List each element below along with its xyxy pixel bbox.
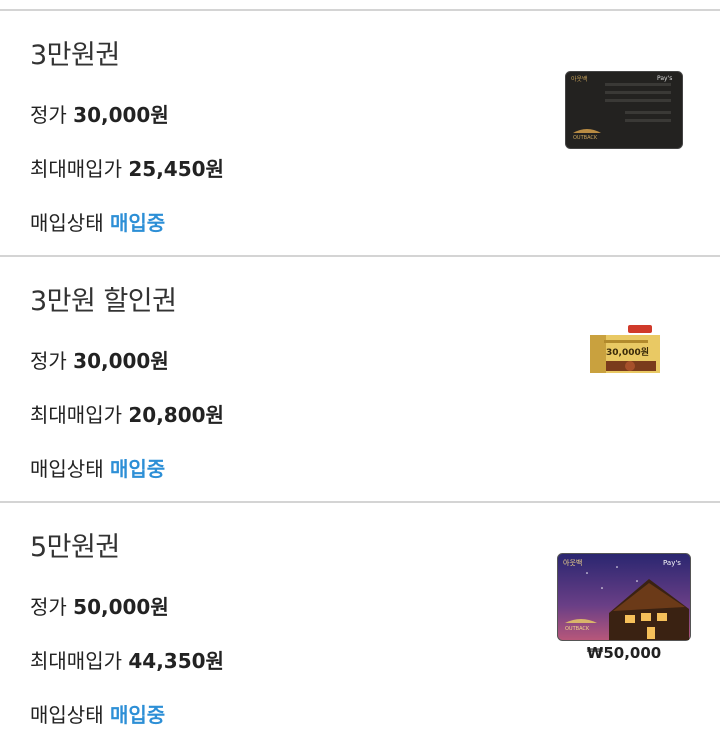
status-row: 매입상태 매입중	[30, 207, 165, 236]
giftcard-item[interactable]: 5만원권 정가 50,000원 최대매입가 44,350원 매입상태 매입중 아…	[0, 503, 720, 749]
svg-text:30,000원: 30,000원	[606, 346, 649, 358]
price-row: 정가 30,000원	[30, 99, 169, 128]
price-value: 50,000원	[73, 595, 169, 619]
max-price-label: 최대매입가	[30, 403, 122, 427]
price-label: 정가	[30, 349, 67, 373]
item-title: 3만원권	[30, 40, 120, 71]
status-value: 매입중	[109, 457, 166, 481]
svg-text:Pay's: Pay's	[663, 559, 681, 567]
max-price-value: 25,450원	[128, 157, 224, 181]
status-row: 매입상태 매입중	[30, 699, 165, 728]
svg-text:OUTBACK: OUTBACK	[565, 626, 590, 632]
svg-text:아웃백: 아웃백	[563, 558, 582, 567]
price-row: 정가 30,000원	[30, 345, 169, 374]
max-price-value: 44,350원	[128, 649, 224, 673]
item-title: 3만원 할인권	[30, 286, 177, 317]
outback-black-card-icon: 아웃백 Pay's OUTBACK	[565, 71, 683, 149]
outback-night-card-icon: 아웃백 Pay's OUTBACK	[557, 553, 691, 641]
max-price-label: 최대매입가	[30, 649, 122, 673]
item-title: 5만원권	[30, 532, 120, 563]
max-price-value: 20,800원	[128, 403, 224, 427]
max-price-row: 최대매입가 20,800원	[30, 399, 224, 428]
svg-text:OUTBACK: OUTBACK	[573, 135, 598, 141]
price-row: 정가 50,000원	[30, 591, 169, 620]
giftcard-item[interactable]: 3만원권 정가 30,000원 최대매입가 25,450원 매입상태 매입중 아…	[0, 11, 720, 257]
status-value: 매입중	[109, 211, 166, 235]
giftcard-list: 3만원권 정가 30,000원 최대매입가 25,450원 매입상태 매입중 아…	[0, 0, 720, 735]
max-price-row: 최대매입가 44,350원	[30, 645, 224, 674]
card-amount-caption: ₩50,000	[586, 644, 662, 662]
outback-gold-voucher-icon: 30,000원	[588, 321, 662, 377]
giftcard-item[interactable]: 3만원 할인권 정가 30,000원 최대매입가 20,800원 매입상태 매입…	[0, 257, 720, 503]
price-value: 30,000원	[73, 103, 169, 127]
max-price-label: 최대매입가	[30, 157, 122, 181]
max-price-row: 최대매입가 25,450원	[30, 153, 224, 182]
status-label: 매입상태	[30, 211, 104, 235]
status-label: 매입상태	[30, 457, 104, 481]
status-value: 매입중	[109, 703, 166, 727]
svg-text:아웃백: 아웃백	[571, 75, 588, 83]
price-label: 정가	[30, 103, 67, 127]
price-label: 정가	[30, 595, 67, 619]
status-label: 매입상태	[30, 703, 104, 727]
svg-text:Pay's: Pay's	[657, 75, 672, 82]
status-row: 매입상태 매입중	[30, 453, 165, 482]
price-value: 30,000원	[73, 349, 169, 373]
